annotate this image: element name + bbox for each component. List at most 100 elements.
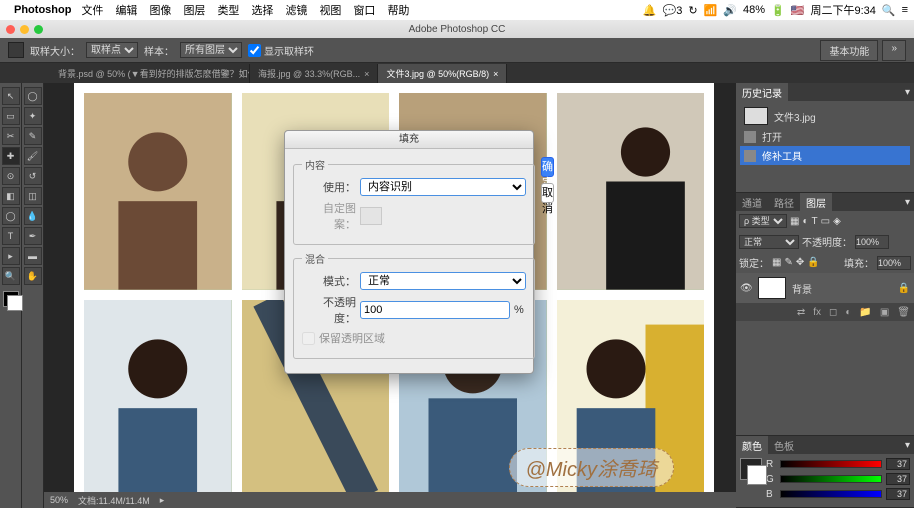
g-value[interactable]: 37 xyxy=(886,473,910,485)
fx-icon[interactable]: fx xyxy=(813,307,821,318)
doc-tab[interactable]: 背景.psd @ 50% (▼看到好的排版怎麽借鑒？如何使画面變得更乾淨簡單？這… xyxy=(50,64,250,83)
cancel-button[interactable]: 取消 xyxy=(541,183,554,203)
notif-icon[interactable]: 🔔 xyxy=(643,4,657,17)
type-tool-icon[interactable]: T xyxy=(2,227,20,245)
crop-tool-icon[interactable]: ✂ xyxy=(2,127,20,145)
opacity-input[interactable] xyxy=(360,301,510,319)
current-tool-icon[interactable] xyxy=(8,42,24,58)
battery-pct[interactable]: 48% xyxy=(743,4,765,16)
lock-trans-icon[interactable]: ▦ xyxy=(772,257,781,268)
stamp-tool-icon[interactable]: ⊙ xyxy=(2,167,20,185)
sync-icon[interactable]: ↻ xyxy=(688,4,697,17)
filter-adjust-icon[interactable]: ◐ xyxy=(802,216,808,227)
doc-tab[interactable]: 海报.jpg @ 33.3%(RGB...× xyxy=(250,64,378,83)
filter-type-icon[interactable]: T xyxy=(812,216,818,227)
sample-select[interactable]: 所有图层 xyxy=(180,42,242,58)
lock-icon[interactable]: 🔒 xyxy=(898,283,910,294)
search-icon[interactable]: 🔍 xyxy=(882,4,896,17)
color-swatch[interactable] xyxy=(740,458,762,480)
r-value[interactable]: 37 xyxy=(886,458,910,470)
mode-select[interactable]: 正常 xyxy=(360,272,526,290)
wechat-icon[interactable]: 💬3 xyxy=(663,4,683,17)
filter-shape-icon[interactable]: ▭ xyxy=(821,216,830,227)
opacity-input[interactable] xyxy=(855,235,889,249)
ok-button[interactable]: 确定 xyxy=(541,157,554,177)
doc-size[interactable]: 文档:11.4M/11.4M xyxy=(78,494,150,507)
use-select[interactable]: 内容识别 xyxy=(360,178,526,196)
group-icon[interactable]: 📁 xyxy=(859,307,871,318)
fill-input[interactable] xyxy=(877,256,911,270)
zoom-window-button[interactable] xyxy=(34,25,43,34)
mask-icon[interactable]: ◻ xyxy=(829,307,837,318)
blur-tool-icon[interactable]: 💧 xyxy=(24,207,42,225)
color-tab[interactable]: 颜色 xyxy=(736,436,768,455)
show-ring-checkbox[interactable]: 显示取样环 xyxy=(248,43,314,58)
filter-smart-icon[interactable]: ◈ xyxy=(833,216,841,227)
menu-icon[interactable]: ≡ xyxy=(902,4,908,16)
b-value[interactable]: 37 xyxy=(886,488,910,500)
history-step[interactable]: 修补工具 xyxy=(740,146,910,165)
layer-name[interactable]: 背景 xyxy=(792,281,812,296)
history-tab[interactable]: 历史记录 xyxy=(736,83,788,102)
minimize-window-button[interactable] xyxy=(20,25,29,34)
app-name[interactable]: Photoshop xyxy=(14,4,71,16)
brush-tool-icon[interactable]: 🖌 xyxy=(24,147,42,165)
panel-menu-icon[interactable]: ▾ xyxy=(905,440,910,451)
zoom-level[interactable]: 50% xyxy=(50,495,68,505)
wand-tool-icon[interactable]: ✦ xyxy=(24,107,42,125)
dodge-tool-icon[interactable]: ◯ xyxy=(2,207,20,225)
lock-pos-icon[interactable]: ✥ xyxy=(796,257,804,268)
pen-tool-icon[interactable]: ✒ xyxy=(24,227,42,245)
eraser-tool-icon[interactable]: ◫ xyxy=(24,187,42,205)
expand-panels-button[interactable]: » xyxy=(882,40,906,61)
lock-pixel-icon[interactable]: ✎ xyxy=(784,257,792,268)
gradient-tool-icon[interactable]: ◧ xyxy=(2,187,20,205)
visibility-icon[interactable]: 👁 xyxy=(740,283,752,294)
layer-filter-kind[interactable]: ρ 类型 xyxy=(739,214,787,228)
layers-tab[interactable]: 图层 xyxy=(800,193,832,212)
adjustment-icon[interactable]: ◐ xyxy=(845,307,851,318)
move-tool-icon[interactable]: ↖ xyxy=(2,87,20,105)
panel-menu-icon[interactable]: ▾ xyxy=(905,87,910,98)
trash-icon[interactable]: 🗑 xyxy=(897,307,910,318)
volume-icon[interactable]: 🔊 xyxy=(723,4,737,17)
zoom-tool-icon[interactable]: 🔍 xyxy=(2,267,20,285)
menu-help[interactable]: 帮助 xyxy=(387,2,409,18)
menu-image[interactable]: 图像 xyxy=(149,2,171,18)
new-layer-icon[interactable]: ▣ xyxy=(880,307,889,318)
menu-window[interactable]: 窗口 xyxy=(353,2,375,18)
shape-tool-icon[interactable]: ▬ xyxy=(24,247,42,265)
clock[interactable]: 周二下午9:34 xyxy=(810,2,875,18)
ime-icon[interactable]: 🇺🇸 xyxy=(791,4,805,17)
close-tab-icon[interactable]: × xyxy=(364,69,369,79)
hand-tool-icon[interactable]: ✋ xyxy=(24,267,42,285)
close-tab-icon[interactable]: × xyxy=(493,69,498,79)
r-slider[interactable] xyxy=(780,460,882,468)
menu-type[interactable]: 类型 xyxy=(217,2,239,18)
healing-tool-icon[interactable]: ✚ xyxy=(2,147,20,165)
close-window-button[interactable] xyxy=(6,25,15,34)
swatches-tab[interactable]: 色板 xyxy=(768,436,800,455)
channels-tab[interactable]: 通道 xyxy=(736,193,768,212)
history-step[interactable]: 打开 xyxy=(740,127,910,146)
menu-select[interactable]: 选择 xyxy=(251,2,273,18)
fg-bg-swatch[interactable] xyxy=(3,291,19,307)
sample-size-select[interactable]: 取样点 xyxy=(86,42,138,58)
paths-tab[interactable]: 路径 xyxy=(768,193,800,212)
path-select-tool-icon[interactable]: ▸ xyxy=(2,247,20,265)
panel-menu-icon[interactable]: ▾ xyxy=(905,197,910,208)
blend-mode-select[interactable]: 正常 xyxy=(739,235,799,249)
b-slider[interactable] xyxy=(780,490,882,498)
menu-filter[interactable]: 滤镜 xyxy=(285,2,307,18)
menu-file[interactable]: 文件 xyxy=(81,2,103,18)
menu-layer[interactable]: 图层 xyxy=(183,2,205,18)
doc-tab[interactable]: 文件3.jpg @ 50%(RGB/8)× xyxy=(378,64,507,83)
filter-pixel-icon[interactable]: ▦ xyxy=(790,216,799,227)
g-slider[interactable] xyxy=(780,475,882,483)
menu-edit[interactable]: 编辑 xyxy=(115,2,137,18)
eyedropper-tool-icon[interactable]: ✎ xyxy=(24,127,42,145)
workspace-button[interactable]: 基本功能 xyxy=(820,40,878,61)
history-snapshot[interactable]: 文件3.jpg xyxy=(740,105,910,127)
battery-icon[interactable]: 🔋 xyxy=(771,4,785,17)
lasso-tool-icon[interactable]: ◯ xyxy=(24,87,42,105)
